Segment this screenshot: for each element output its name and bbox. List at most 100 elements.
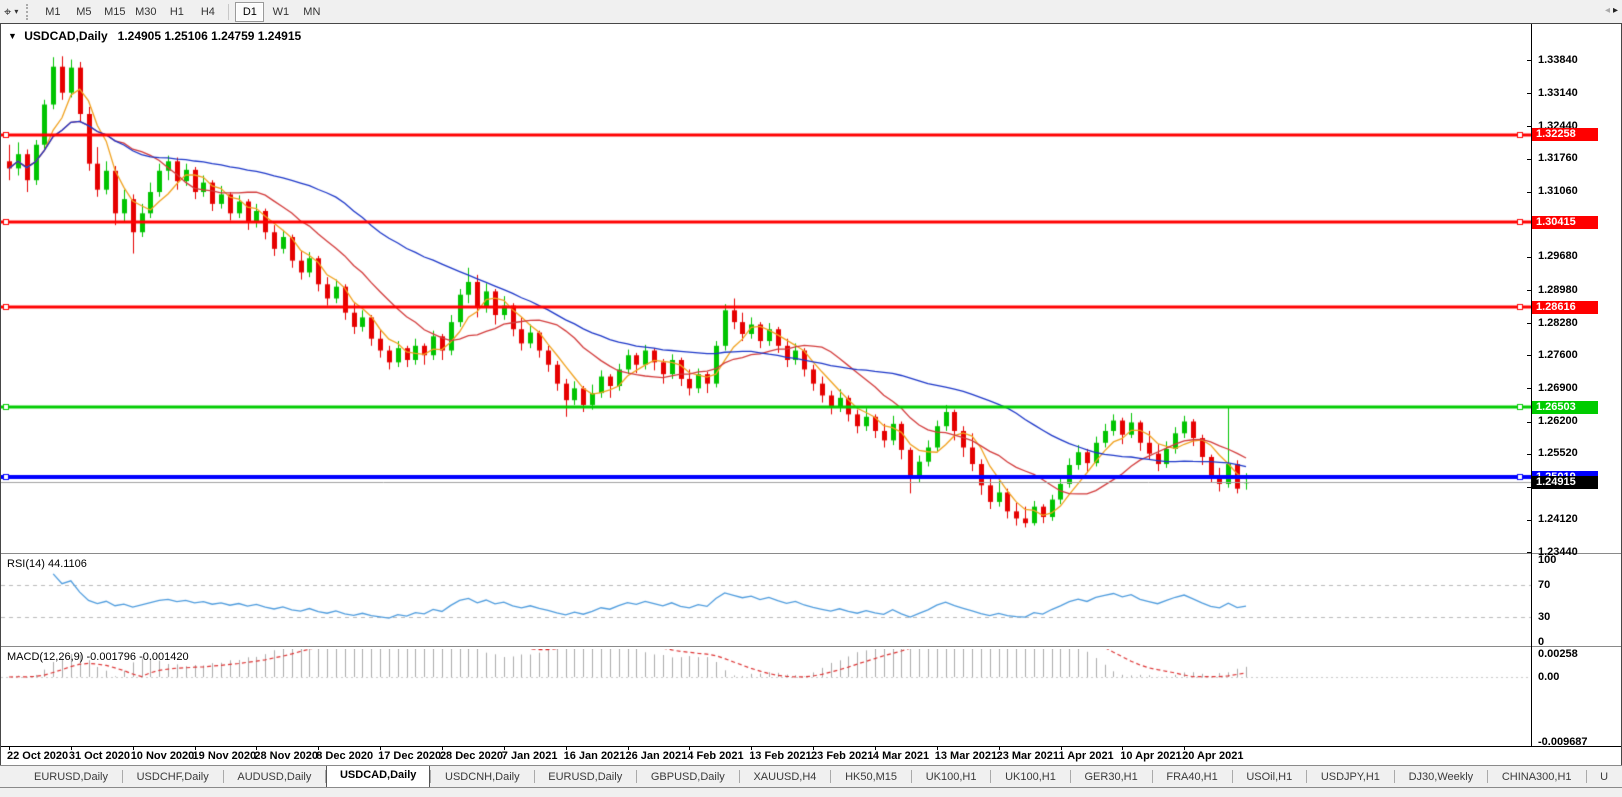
time-axis-date-label: 23 Feb 2021: [811, 750, 874, 762]
time-axis-date-label: 17 Dec 2020: [378, 750, 442, 762]
chart-tab-china300-h1[interactable]: CHINA300,H1: [1488, 766, 1586, 787]
time-axis-date-label: 7 Jan 2021: [501, 750, 558, 762]
timeframe-button-m30[interactable]: M30: [131, 2, 160, 22]
time-axis-date-label: 10 Apr 2021: [1120, 750, 1182, 762]
price-axis-tick: [1527, 60, 1531, 62]
rsi-indicator-canvas[interactable]: [1, 556, 1531, 646]
chart-tab-eurusd-daily[interactable]: EURUSD,Daily: [20, 766, 122, 787]
time-axis-date-label: 23 Mar 2021: [996, 750, 1059, 762]
trading-platform-window: { "icons": { "cursor_tool": "⌖", "toolba…: [0, 0, 1622, 797]
panel-splitter-highlight: [1, 647, 1621, 648]
price-axis-tick-label: 1.33140: [1538, 86, 1578, 99]
chart-tab-dj30-weekly[interactable]: DJ30,Weekly: [1395, 766, 1488, 787]
price-axis-tick: [1527, 191, 1531, 193]
price-axis-tick-label: 1.28280: [1538, 316, 1578, 329]
timeframe-button-mn[interactable]: MN: [297, 2, 326, 22]
price-axis-tick: [1527, 256, 1531, 258]
price-axis-tick: [1527, 519, 1531, 521]
rsi-scale-label: 0: [1538, 636, 1545, 648]
chart-tab-xauusd-h4[interactable]: XAUUSD,H4: [739, 766, 830, 787]
macd-scale-label: 0.00258: [1538, 648, 1578, 660]
level-price-label: 1.32258: [1532, 128, 1598, 142]
timeframe-button-m15[interactable]: M15: [100, 2, 129, 22]
tab-scroll-right-icon[interactable]: ▸: [1613, 5, 1618, 16]
price-chart-canvas[interactable]: [1, 26, 1531, 553]
chart-tab-hk50-m15[interactable]: HK50,M15: [831, 766, 911, 787]
chart-symbol-period: USDCAD,Daily: [24, 29, 108, 43]
rsi-scale-label: 30: [1538, 611, 1551, 624]
chart-tab-usdjpy-h1[interactable]: USDJPY,H1: [1307, 766, 1394, 787]
chart-tab-uk100-h1[interactable]: UK100,H1: [912, 766, 991, 787]
time-axis-date-label: 28 Dec 2020: [439, 750, 503, 762]
macd-scale-label: 0.00: [1538, 671, 1560, 683]
macd-scale-label: -0.009687: [1538, 736, 1588, 748]
price-axis-tick-label: 1.26900: [1538, 381, 1578, 394]
price-axis-tick: [1527, 158, 1531, 160]
timeframe-button-h1[interactable]: H1: [162, 2, 191, 22]
rsi-scale-label: 100: [1538, 554, 1557, 566]
time-axis-date-label: 10 Nov 2020: [130, 750, 195, 762]
price-axis-tick-label: 1.24120: [1538, 513, 1578, 526]
time-axis-date-label: 4 Feb 2021: [687, 750, 744, 762]
time-axis-date-label: 28 Nov 2020: [254, 750, 318, 762]
level-price-label: 1.28616: [1532, 300, 1598, 314]
time-axis-date-label: 22 Oct 2020: [7, 750, 69, 762]
toolbar-separator: [228, 3, 230, 20]
macd-indicator-canvas[interactable]: [1, 649, 1531, 746]
chart-tab-usdcnh-daily[interactable]: USDCNH,Daily: [431, 766, 534, 787]
timeframe-button-d1[interactable]: D1: [235, 1, 265, 22]
title-triangle-icon: ▼: [8, 31, 17, 41]
price-axis-tick-label: 1.26200: [1538, 415, 1578, 427]
price-axis-tick-label: 1.28980: [1538, 283, 1578, 296]
chart-tab-usdcad-daily[interactable]: USDCAD,Daily: [325, 766, 431, 787]
chart-tab-fra40-h1[interactable]: FRA40,H1: [1152, 766, 1231, 787]
price-axis-tick-label: 1.27600: [1538, 348, 1578, 361]
price-axis-tick-label: 1.25520: [1538, 447, 1578, 460]
timeframe-button-h4[interactable]: H4: [193, 2, 222, 22]
price-axis-tick: [1527, 355, 1531, 357]
price-axis-tick: [1527, 421, 1531, 423]
panel-splitter-highlight: [1, 554, 1621, 555]
timeframe-button-m1[interactable]: M1: [38, 2, 67, 22]
chart-cursor-tool-button[interactable]: ⌖ ▾: [0, 4, 22, 20]
rsi-scale-label: 70: [1538, 578, 1551, 591]
price-axis-tick: [1527, 290, 1531, 291]
time-axis-line: [1, 746, 1621, 747]
chart-tab-ger30-h1[interactable]: GER30,H1: [1071, 766, 1152, 787]
price-axis-tick: [1527, 323, 1531, 325]
toolbar-drag-handle[interactable]: [26, 3, 33, 20]
macd-current-values: -0.001796 -0.001420: [86, 651, 189, 663]
tab-scroll-left-icon[interactable]: ◂: [1605, 5, 1610, 16]
chart-tab-u[interactable]: U: [1586, 766, 1622, 787]
chart-tab-eurusd-daily[interactable]: EURUSD,Daily: [534, 766, 636, 787]
timeframe-button-m5[interactable]: M5: [69, 2, 98, 22]
price-axis-tick: [1527, 453, 1531, 455]
price-axis-tick: [1527, 552, 1531, 554]
chart-tab-usdchf-daily[interactable]: USDCHF,Daily: [123, 766, 223, 787]
current-price-label: 1.24915: [1532, 475, 1598, 489]
time-axis-date-label: 16 Jan 2021: [563, 750, 626, 762]
price-axis-tick: [1527, 93, 1531, 95]
time-axis-date-label: 31 Oct 2020: [68, 750, 130, 762]
chart-title: ▼ USDCAD,Daily 1.24905 1.25106 1.24759 1…: [8, 29, 301, 43]
time-axis-date-label: 20 Apr 2021: [1182, 750, 1244, 762]
timeframe-toolbar: ⌖ ▾ M1 M5 M15 M30 H1 H4 D1 W1 MN: [0, 0, 1622, 24]
chart-tab-audusd-daily[interactable]: AUDUSD,Daily: [223, 766, 325, 787]
price-axis-tick: [1527, 388, 1531, 390]
chart-tab-bar: EURUSD,Daily USDCHF,Daily AUDUSD,Daily USDC…: [0, 765, 1622, 788]
price-axis-tick-label: 1.33840: [1538, 53, 1578, 66]
rsi-current-value: 44.1106: [47, 558, 87, 570]
level-price-label: 1.26503: [1532, 400, 1598, 414]
crosshair-icon: ⌖: [4, 3, 12, 19]
rsi-label: RSI(14) 44.1106: [7, 558, 87, 570]
chevron-down-icon: ▾: [14, 7, 19, 16]
timeframe-button-w1[interactable]: W1: [266, 2, 295, 22]
chart-tab-uk100-h1[interactable]: UK100,H1: [991, 766, 1070, 787]
price-axis-tick-label: 1.29680: [1538, 250, 1578, 263]
time-axis-date-label: 13 Feb 2021: [749, 750, 812, 762]
time-axis-date-label: 19 Nov 2020: [192, 750, 257, 762]
chart-tab-usoil-h1[interactable]: USOil,H1: [1232, 766, 1306, 787]
chart-tab-gbpusd-daily[interactable]: GBPUSD,Daily: [637, 766, 739, 787]
status-strip: [0, 789, 1622, 797]
chart-ohlc-values: 1.24905 1.25106 1.24759 1.24915: [117, 29, 302, 43]
